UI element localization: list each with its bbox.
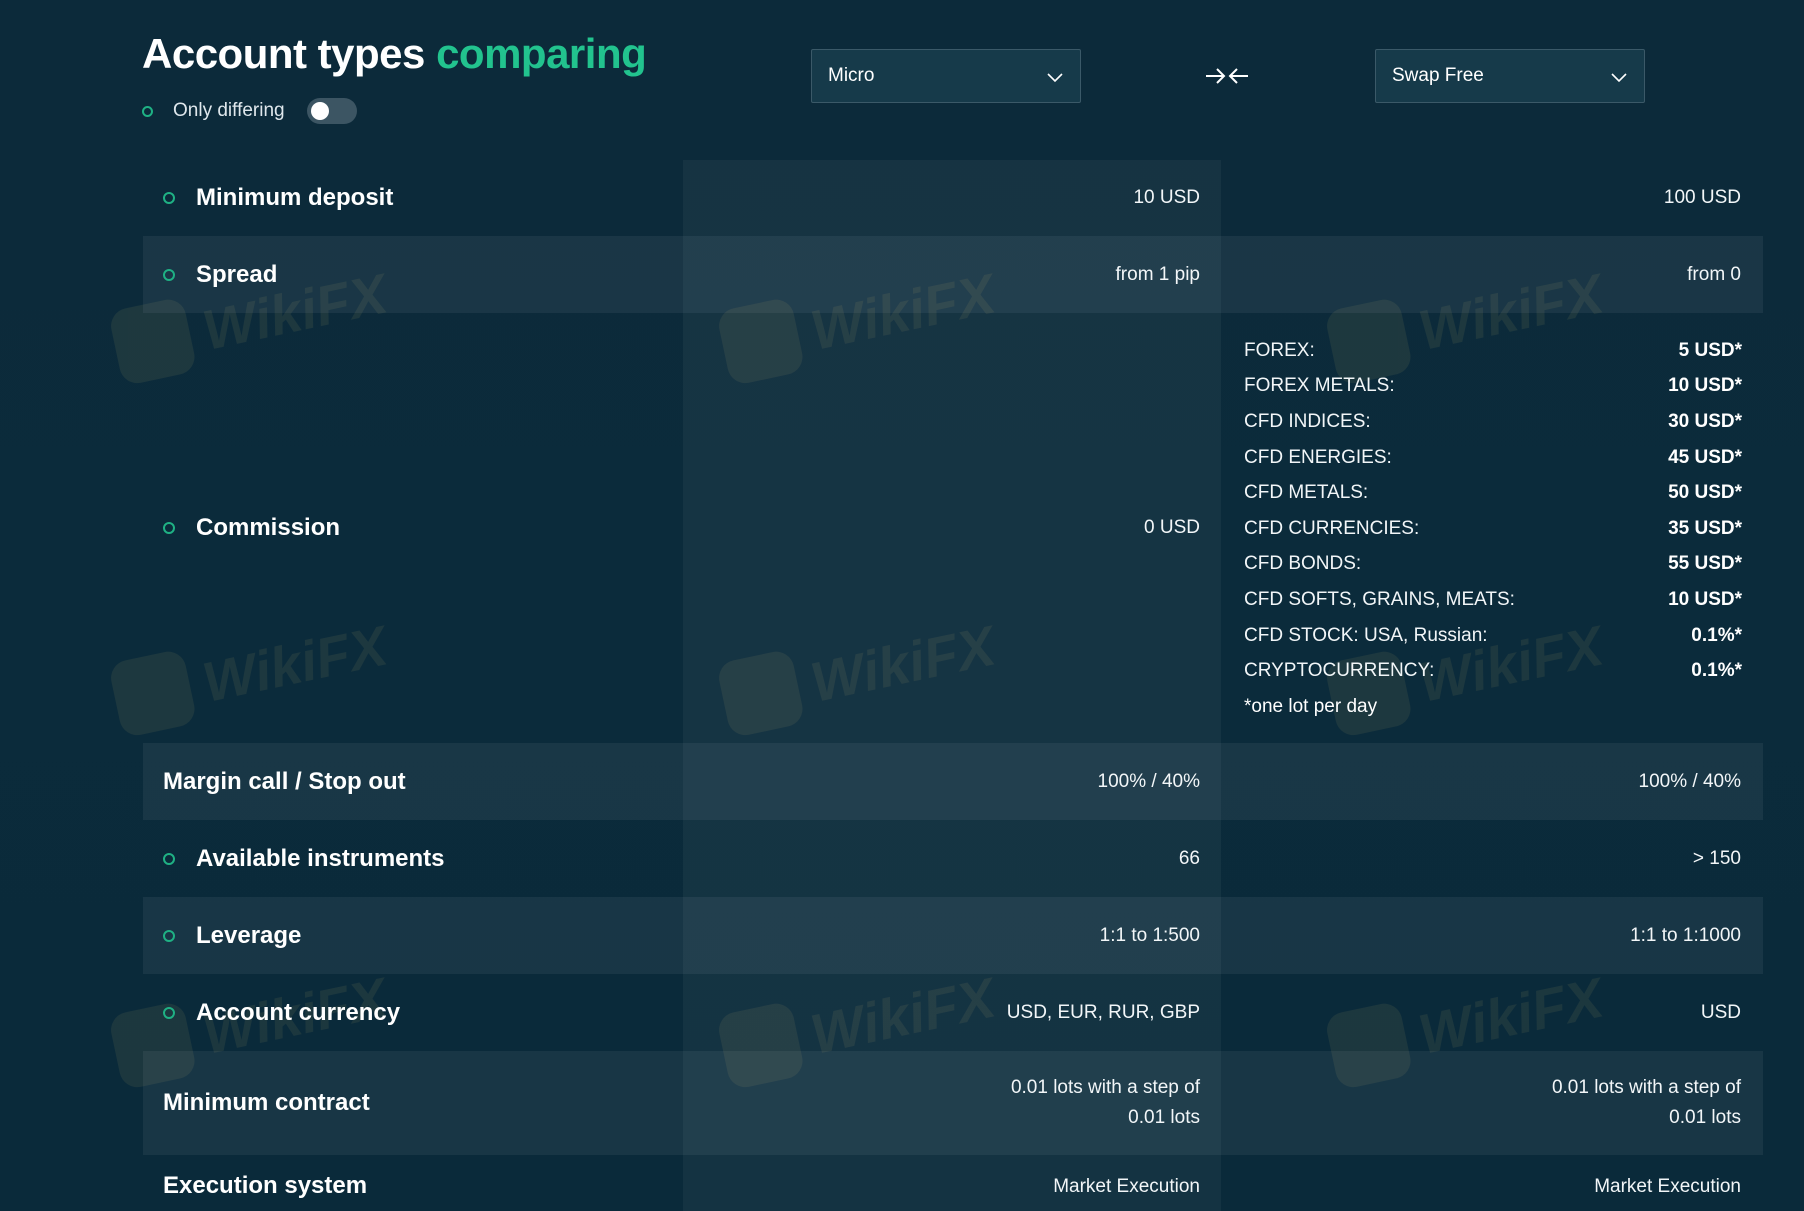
row-label: Minimum deposit	[196, 183, 394, 211]
value-swap-free: > 150	[1692, 847, 1741, 869]
row-minimum-contract: Minimum contract 0.01 lots with a step o…	[143, 1051, 1763, 1155]
page-title-accent: comparing	[436, 30, 647, 77]
row-label: Execution system	[163, 1172, 368, 1199]
row-margin-call: Margin call / Stop out 100% / 40% 100% /…	[143, 743, 1763, 820]
only-differing-label: Only differing	[173, 100, 285, 121]
toggle-knob	[310, 102, 329, 120]
only-differing-control: Only differing	[142, 96, 357, 126]
value-micro: Market Execution	[1053, 1176, 1200, 1197]
row-label: Account currency	[196, 998, 401, 1026]
value-swap-free: 100 USD	[1663, 186, 1741, 208]
row-available-instruments: Available instruments 66 > 150	[143, 820, 1763, 897]
only-differing-toggle[interactable]	[306, 98, 357, 124]
row-label: Spread	[196, 260, 278, 288]
value-swap-free: from 0	[1687, 263, 1741, 285]
row-spread: Spread from 1 pip from 0	[143, 236, 1763, 313]
value-micro: 10 USD	[1133, 186, 1200, 208]
commission-item: CFD SOFTS, GRAINS, MEATS: 10 USD*	[1244, 588, 1742, 610]
value-swap-free: USD	[1700, 1001, 1741, 1023]
commission-item: CRYPTOCURRENCY: 0.1%*	[1244, 660, 1742, 682]
circle-outline-icon	[142, 105, 153, 117]
commission-item: FOREX: 5 USD*	[1244, 339, 1742, 361]
circle-outline-icon	[163, 191, 175, 204]
commission-item: CFD ENERGIES: 45 USD*	[1244, 446, 1742, 468]
chevron-down-icon	[1611, 73, 1627, 83]
commission-item: CFD CURRENCIES: 35 USD*	[1244, 517, 1742, 539]
circle-outline-icon	[163, 852, 175, 865]
value-micro: 1:1 to 1:500	[1099, 924, 1200, 946]
row-leverage: Leverage 1:1 to 1:500 1:1 to 1:1000	[143, 897, 1763, 974]
row-label: Commission	[196, 514, 341, 541]
circle-outline-icon	[163, 929, 175, 942]
chevron-down-icon	[1047, 73, 1063, 83]
commission-note: *one lot per day	[1244, 695, 1378, 717]
row-label: Available instruments	[196, 844, 445, 872]
right-account-select[interactable]: Swap Free	[1375, 49, 1645, 103]
swap-arrows-icon[interactable]	[1204, 64, 1250, 88]
commission-list-swap-free: FOREX: 5 USD* FOREX METALS: 10 USD* CFD IN…	[1244, 333, 1742, 725]
circle-outline-icon	[163, 1006, 175, 1019]
right-account-select-value: Swap Free	[1392, 65, 1484, 86]
circle-outline-icon	[163, 268, 175, 281]
value-micro: 0 USD	[1144, 517, 1200, 538]
left-account-select-value: Micro	[828, 65, 875, 86]
circle-outline-icon	[163, 522, 175, 534]
value-micro: 0.01 lots with a step of 0.01 lots	[1010, 1077, 1200, 1128]
row-execution-system: Execution system Market Execution Market…	[143, 1160, 1763, 1211]
row-account-currency: Account currency USD, EUR, RUR, GBP USD	[143, 974, 1763, 1051]
commission-item: CFD INDICES: 30 USD*	[1244, 410, 1742, 432]
value-swap-free: 100% / 40%	[1638, 770, 1741, 792]
value-micro: USD, EUR, RUR, GBP	[1006, 1001, 1200, 1023]
row-label: Minimum contract	[163, 1089, 370, 1116]
value-micro: from 1 pip	[1115, 263, 1200, 285]
value-swap-free: 1:1 to 1:1000	[1630, 924, 1741, 946]
value-micro: 100% / 40%	[1097, 770, 1200, 792]
row-minimum-deposit: Minimum deposit 10 USD 100 USD	[143, 159, 1763, 236]
commission-item: CFD STOCK: USA, Russian: 0.1%*	[1244, 624, 1742, 646]
value-swap-free: 0.01 lots with a step of 0.01 lots	[1551, 1077, 1741, 1128]
left-account-select[interactable]: Micro	[811, 49, 1081, 103]
value-micro: 66	[1178, 847, 1200, 869]
page-title-main: Account types	[142, 30, 425, 77]
commission-item: FOREX METALS: 10 USD*	[1244, 375, 1742, 397]
row-label: Leverage	[196, 921, 302, 949]
page: WikiFX WikiFX WikiFX WikiFX WikiFX WikiF…	[0, 0, 1804, 1211]
commission-item: CFD BONDS: 55 USD*	[1244, 553, 1742, 575]
commission-item: CFD METALS: 50 USD*	[1244, 482, 1742, 504]
row-label: Margin call / Stop out	[163, 767, 406, 795]
page-title: Account types comparing	[142, 30, 647, 78]
value-swap-free: Market Execution	[1594, 1176, 1741, 1197]
